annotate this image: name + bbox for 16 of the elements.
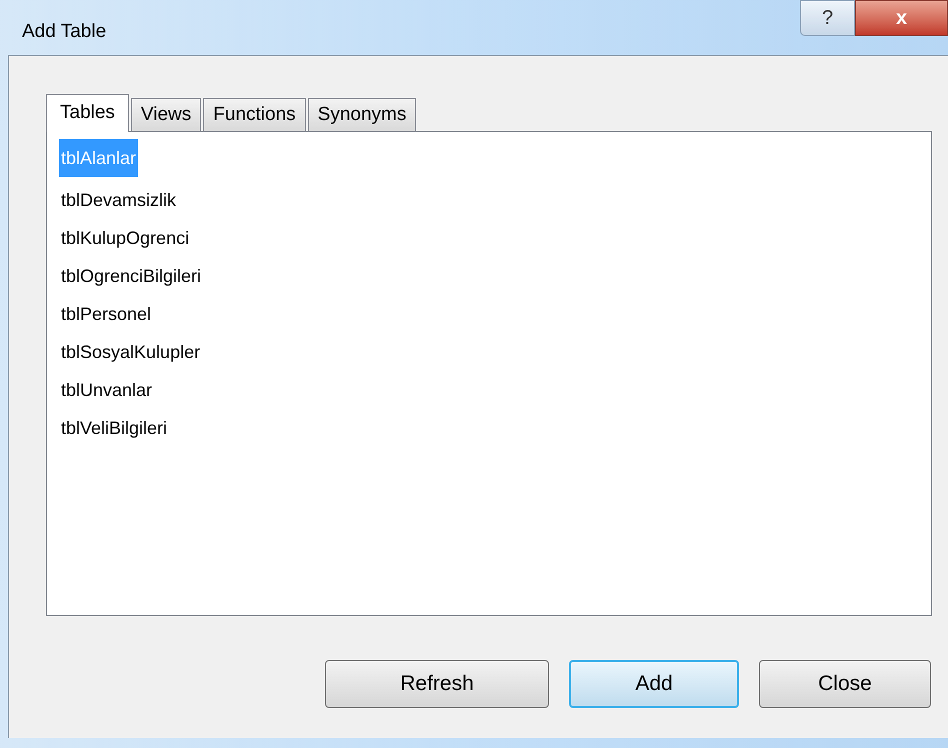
dialog-button[interactable]: Close — [759, 660, 931, 708]
help-button[interactable]: ? — [800, 0, 855, 36]
tab[interactable]: Tables — [46, 94, 129, 132]
tab[interactable]: Synonyms — [308, 98, 416, 131]
list-item[interactable]: tblKulupOgrenci — [59, 219, 192, 257]
tab[interactable]: Functions — [203, 98, 306, 131]
dialog-button[interactable]: Refresh — [325, 660, 549, 708]
list-item[interactable]: tblVeliBilgileri — [59, 409, 170, 447]
list-item[interactable]: tblPersonel — [59, 295, 154, 333]
list-item[interactable]: tblOgrenciBilgileri — [59, 257, 204, 295]
window-title: Add Table — [22, 20, 106, 44]
list-item[interactable]: tblUnvanlar — [59, 371, 154, 409]
dialog-button[interactable]: Add — [569, 660, 739, 708]
tab[interactable]: Views — [130, 98, 202, 131]
list-item[interactable]: tblDevamsizlik — [59, 181, 178, 219]
list-item[interactable]: tblSosyalKulupler — [59, 333, 202, 371]
